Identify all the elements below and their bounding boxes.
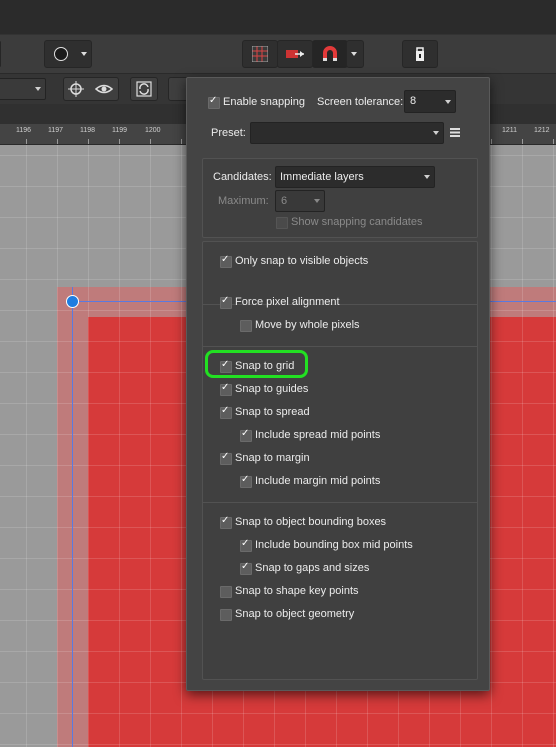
snap-to-guides-checkbox[interactable]	[220, 382, 232, 396]
ruler-label: 1197	[48, 127, 64, 134]
crosshair-icon[interactable]	[68, 81, 84, 97]
option-label: Snap to spread	[235, 406, 310, 418]
option-label: Include spread mid points	[255, 429, 381, 441]
chevron-down-icon	[433, 131, 439, 135]
toolbar-edge	[0, 41, 1, 67]
snap-shape-key-points-checkbox[interactable]	[220, 586, 232, 598]
ruler-label: 1212	[534, 127, 550, 134]
preset-menu-icon[interactable]	[450, 128, 460, 137]
enable-snapping-checkbox[interactable]	[208, 95, 220, 109]
include-bbox-mid-checkbox[interactable]	[240, 538, 252, 552]
tolerance-label: Screen tolerance:	[317, 96, 404, 108]
option-label: Snap to gaps and sizes	[255, 562, 370, 574]
snap-to-spread-checkbox[interactable]	[220, 405, 232, 419]
candidates-section: Candidates: Immediate layers Maximum: 6 …	[202, 158, 478, 238]
magnet-icon	[323, 46, 337, 61]
move-whole-pixels-checkbox[interactable]	[240, 320, 252, 332]
context-dropdown[interactable]	[0, 78, 46, 100]
option-label: Snap to object geometry	[235, 608, 355, 620]
tolerance-dropdown[interactable]: 8	[404, 90, 456, 113]
maximum-label: Maximum:	[218, 195, 269, 207]
ruler-label: 1196	[16, 127, 32, 134]
option-label: Include bounding box mid points	[255, 539, 413, 551]
option-label: Move by whole pixels	[255, 319, 360, 331]
tolerance-value: 8	[410, 95, 417, 107]
snap-to-margin-checkbox[interactable]	[220, 451, 232, 465]
align-button[interactable]	[277, 40, 313, 68]
option-label: Snap to margin	[235, 452, 310, 464]
snapping-dropdown-button[interactable]	[346, 40, 364, 68]
candidates-label: Candidates:	[213, 171, 272, 183]
lock-icon	[416, 47, 424, 61]
option-label: Snap to shape key points	[235, 585, 359, 597]
snapping-button[interactable]	[312, 40, 348, 68]
maximum-value: 6	[281, 195, 288, 207]
ruler-label: 1211	[502, 127, 518, 134]
snap-object-geometry-checkbox[interactable]	[220, 609, 232, 621]
refresh-button[interactable]	[130, 77, 158, 101]
option-label: Only snap to visible objects	[235, 255, 369, 267]
include-spread-mid-checkbox[interactable]	[240, 428, 252, 442]
ruler-label: 1198	[80, 127, 96, 134]
chevron-down-icon	[81, 52, 87, 56]
enable-snapping-label: Enable snapping	[223, 96, 305, 108]
title-bar	[0, 0, 556, 34]
snap-grid-button[interactable]	[242, 40, 278, 68]
transform-buttons	[63, 77, 119, 101]
include-margin-mid-checkbox[interactable]	[240, 474, 252, 488]
chevron-down-icon	[445, 100, 451, 104]
candidates-dropdown[interactable]: Immediate layers	[275, 166, 435, 188]
fill-style-button[interactable]	[44, 40, 92, 68]
snap-gaps-sizes-checkbox[interactable]	[240, 561, 252, 575]
maximum-dropdown: 6	[275, 190, 325, 212]
grid-icon	[252, 46, 268, 62]
chevron-down-icon	[35, 87, 41, 91]
force-pixel-alignment-checkbox[interactable]	[220, 295, 232, 309]
show-candidates-label: Show snapping candidates	[291, 216, 423, 228]
chevron-down-icon	[424, 175, 430, 179]
selection-handle[interactable]	[66, 295, 79, 308]
eye-icon[interactable]	[95, 82, 113, 96]
chevron-down-icon	[351, 52, 357, 56]
option-label: Snap to object bounding boxes	[235, 516, 387, 528]
ruler-label: 1199	[112, 127, 128, 134]
candidates-value: Immediate layers	[280, 171, 364, 183]
only-visible-checkbox[interactable]	[220, 254, 232, 268]
preset-dropdown[interactable]	[250, 122, 444, 144]
option-label: Include margin mid points	[255, 475, 381, 487]
circle-tool-icon	[54, 47, 68, 61]
main-toolbar	[0, 34, 556, 73]
ruler-label: 1200	[145, 127, 161, 134]
lock-button[interactable]	[402, 40, 438, 68]
chevron-down-icon	[314, 199, 320, 203]
snapping-manager-popup: Enable snapping Screen tolerance: 8 Pres…	[186, 77, 490, 691]
snap-bounding-boxes-checkbox[interactable]	[220, 515, 232, 529]
align-icon	[286, 50, 304, 58]
option-label: Snap to guides	[235, 383, 309, 395]
show-candidates-checkbox	[276, 217, 288, 229]
option-label: Force pixel alignment	[235, 296, 340, 308]
refresh-icon	[136, 81, 152, 97]
vertical-guide[interactable]	[72, 287, 73, 747]
highlight-box	[205, 350, 308, 378]
preset-label: Preset:	[211, 127, 246, 139]
